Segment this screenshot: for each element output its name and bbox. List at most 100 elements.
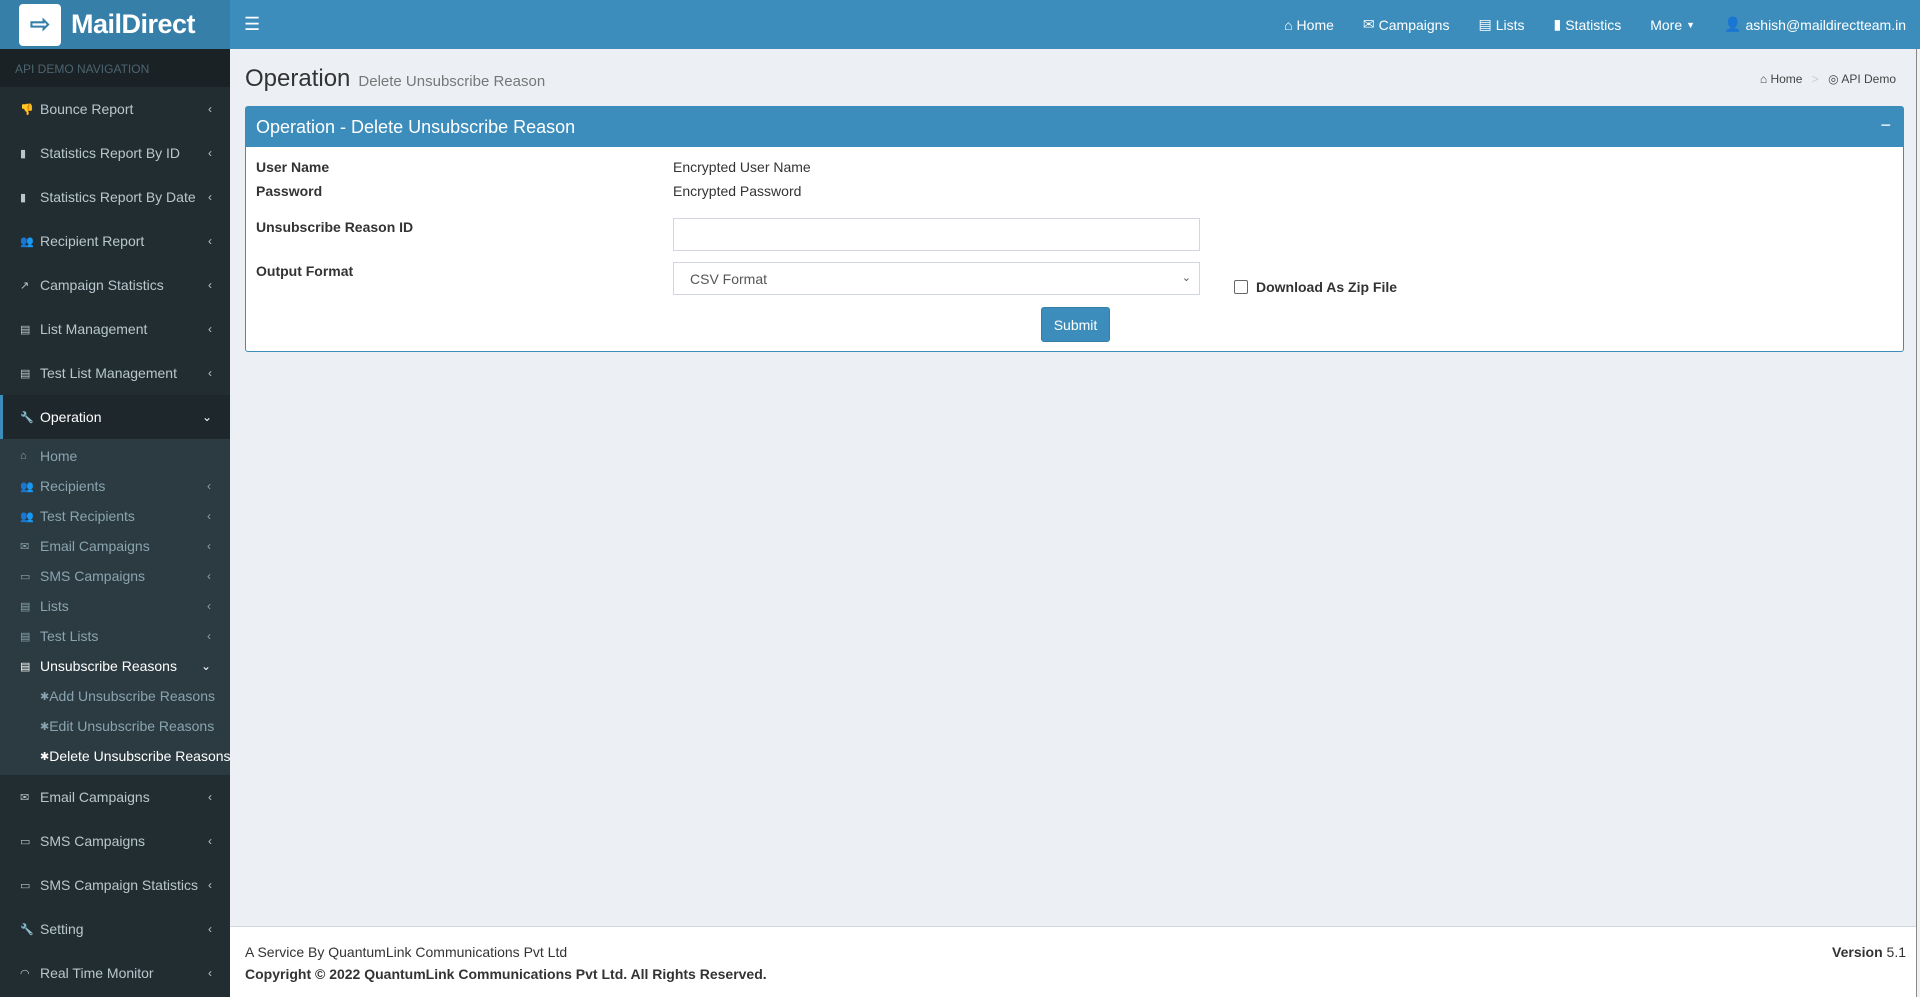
sidebar-item-list-management[interactable]: ▤ List Management ‹ [0,307,230,351]
nav-user[interactable]: 👤 ashish@maildirectteam.in [1724,16,1906,33]
sub-item-home[interactable]: ⌂ Home [0,441,230,471]
sidebar-item-campaign-statistics[interactable]: ↗ Campaign Statistics ‹ [0,263,230,307]
home-icon: ⌂ [1759,72,1768,86]
password-label: Password [256,183,323,199]
chevron-down-icon: ⌄ [201,410,212,424]
download-zip-checkbox[interactable]: Download As Zip File [1234,279,1397,295]
sub-item-unsubscribe-reasons[interactable]: ▤ Unsubscribe Reasons ⌄ [0,651,230,681]
home-icon: ⌂ [1284,16,1293,33]
users-icon: 👥 [20,480,34,493]
brand-logo[interactable]: ⇨ MailDirect [0,0,230,49]
page-scrollbar[interactable] [1916,49,1920,997]
chevron-left-icon: ‹ [208,366,212,380]
sidebar-item-bounce-report[interactable]: 👎 Bounce Report ‹ [0,87,230,131]
sidebar: API DEMO NAVIGATION 👎 Bounce Report ‹ ▮ Sta… [0,49,230,997]
chevron-left-icon: ‹ [207,599,211,613]
unsubscribe-reason-id-label: Unsubscribe Reason ID [256,219,414,235]
chevron-left-icon: ‹ [208,146,212,160]
nav-statistics[interactable]: ▮ Statistics [1554,16,1622,33]
sub-item-delete-unsubscribe-reasons[interactable]: ✱ Delete Unsubscribe Reasons [0,741,230,771]
sidebar-item-email-campaigns[interactable]: ✉ Email Campaigns ‹ [0,775,230,819]
sub-item-edit-unsubscribe-reasons[interactable]: ✱ Edit Unsubscribe Reasons [0,711,230,741]
envelope-icon: ✉ [1362,16,1375,32]
comment-icon: ▭ [20,879,31,892]
page-subtitle: Delete Unsubscribe Reason [358,73,546,90]
chevron-left-icon: ‹ [208,322,212,336]
menu-toggle-icon[interactable]: ☰ [244,14,260,35]
unsubscribe-reason-id-input[interactable] [673,218,1200,251]
sidebar-item-setting[interactable]: 🔧 Setting ‹ [0,907,230,951]
sidebar-item-sms-campaigns[interactable]: ▭ SMS Campaigns ‹ [0,819,230,863]
list-icon: ▤ [20,660,31,673]
sidebar-item-operation[interactable]: 🔧 Operation ⌄ [0,395,230,439]
sub-item-add-unsubscribe-reasons[interactable]: ✱ Add Unsubscribe Reasons [0,681,230,711]
footer-service: A Service By QuantumLink Communications … [245,944,568,960]
sidebar-item-real-time-monitor[interactable]: ◠ Real Time Monitor ‹ [0,951,230,995]
sidebar-item-statistics-by-id[interactable]: ▮ Statistics Report By ID ‹ [0,131,230,175]
comment-icon: ▭ [20,835,31,848]
chevron-left-icon: ‹ [208,190,212,204]
footer: A Service By QuantumLink Communications … [230,926,1916,997]
sub-item-test-lists[interactable]: ▤ Test Lists ‹ [0,621,230,651]
nav-campaigns[interactable]: ✉ Campaigns [1363,16,1450,33]
sidebar-header: API DEMO NAVIGATION [0,49,230,87]
sidebar-item-sms-campaign-statistics[interactable]: ▭ SMS Campaign Statistics ‹ [0,863,230,907]
sub-item-sms-campaigns[interactable]: ▭ SMS Campaigns ‹ [0,561,230,591]
list-icon: ▤ [20,367,31,380]
sub-item-email-campaigns[interactable]: ✉ Email Campaigns ‹ [0,531,230,561]
sub-item-test-recipients[interactable]: 👥 Test Recipients ‹ [0,501,230,531]
envelope-icon: ✉ [20,791,30,804]
logo-icon: ⇨ [19,3,61,46]
list-icon: ▤ [1478,16,1492,32]
user-name-value: Encrypted User Name [673,159,811,175]
output-format-label: Output Format [256,263,354,279]
chevron-left-icon: ‹ [208,922,212,936]
caret-down-icon: ▼ [1686,19,1696,30]
wrench-icon: 🔧 [20,411,34,424]
sub-item-lists[interactable]: ▤ Lists ‹ [0,591,230,621]
chevron-left-icon: ‹ [208,834,212,848]
checkbox-icon [1234,280,1248,294]
top-navbar: ☰ ⌂ Home ✉ Campaigns ▤ Lists ▮ Statistics Mo… [230,0,1920,49]
operation-form-box: Operation - Delete Unsubscribe Reason − U… [245,106,1904,352]
footer-copyright: Copyright © 2022 QuantumLink Communicati… [245,966,767,982]
nav-more[interactable]: More ▼ [1650,17,1695,33]
nav-lists[interactable]: ▤ Lists [1478,16,1524,33]
sidebar-item-statistics-by-date[interactable]: ▮ Statistics Report By Date ‹ [0,175,230,219]
chevron-left-icon: ‹ [208,102,212,116]
breadcrumb-separator: > [1811,72,1819,86]
sidebar-item-recipient-report[interactable]: 👥 Recipient Report ‹ [0,219,230,263]
sub-item-recipients[interactable]: 👥 Recipients ‹ [0,471,230,501]
thumbs-down-icon: 👎 [20,103,34,116]
chevron-left-icon: ‹ [207,509,211,523]
comment-icon: ▭ [20,570,31,583]
tools-icon: ✱ [40,720,50,733]
box-header: Operation - Delete Unsubscribe Reason − [246,107,1903,147]
chevron-left-icon: ‹ [208,790,212,804]
envelope-icon: ✉ [20,540,30,553]
lifebuoy-icon: ◎ [1828,72,1839,86]
users-icon: 👥 [20,235,34,248]
list-icon: ▤ [20,600,31,613]
output-format-select[interactable]: CSV Format ⌄ [673,262,1200,295]
bar-chart-icon: ▮ [1553,16,1562,32]
chevron-left-icon: ‹ [208,966,212,980]
submit-button[interactable]: Submit [1041,307,1110,342]
chevron-left-icon: ‹ [208,278,212,292]
dashboard-icon: ◠ [20,967,30,980]
wrench-icon: 🔧 [20,923,34,936]
password-value: Encrypted Password [673,183,802,199]
tools-icon: ✱ [40,690,50,703]
sidebar-item-test-list-management[interactable]: ▤ Test List Management ‹ [0,351,230,395]
nav-home[interactable]: ⌂ Home [1284,17,1334,33]
brand-name: MailDirect [71,9,196,39]
chevron-down-icon: ⌄ [1181,272,1191,284]
user-icon: 👤 [1724,16,1742,32]
breadcrumb-api-demo[interactable]: API Demo [1841,72,1896,86]
breadcrumb-home[interactable]: Home [1770,72,1802,86]
page-title: Operation Delete Unsubscribe Reason [245,65,546,92]
collapse-icon[interactable]: − [1880,115,1891,136]
list-icon: ▤ [20,630,31,643]
users-icon: 👥 [20,510,34,523]
operation-submenu: ⌂ Home 👥 Recipients ‹ 👥 Test Recipients ‹ ✉ Em… [0,439,230,775]
